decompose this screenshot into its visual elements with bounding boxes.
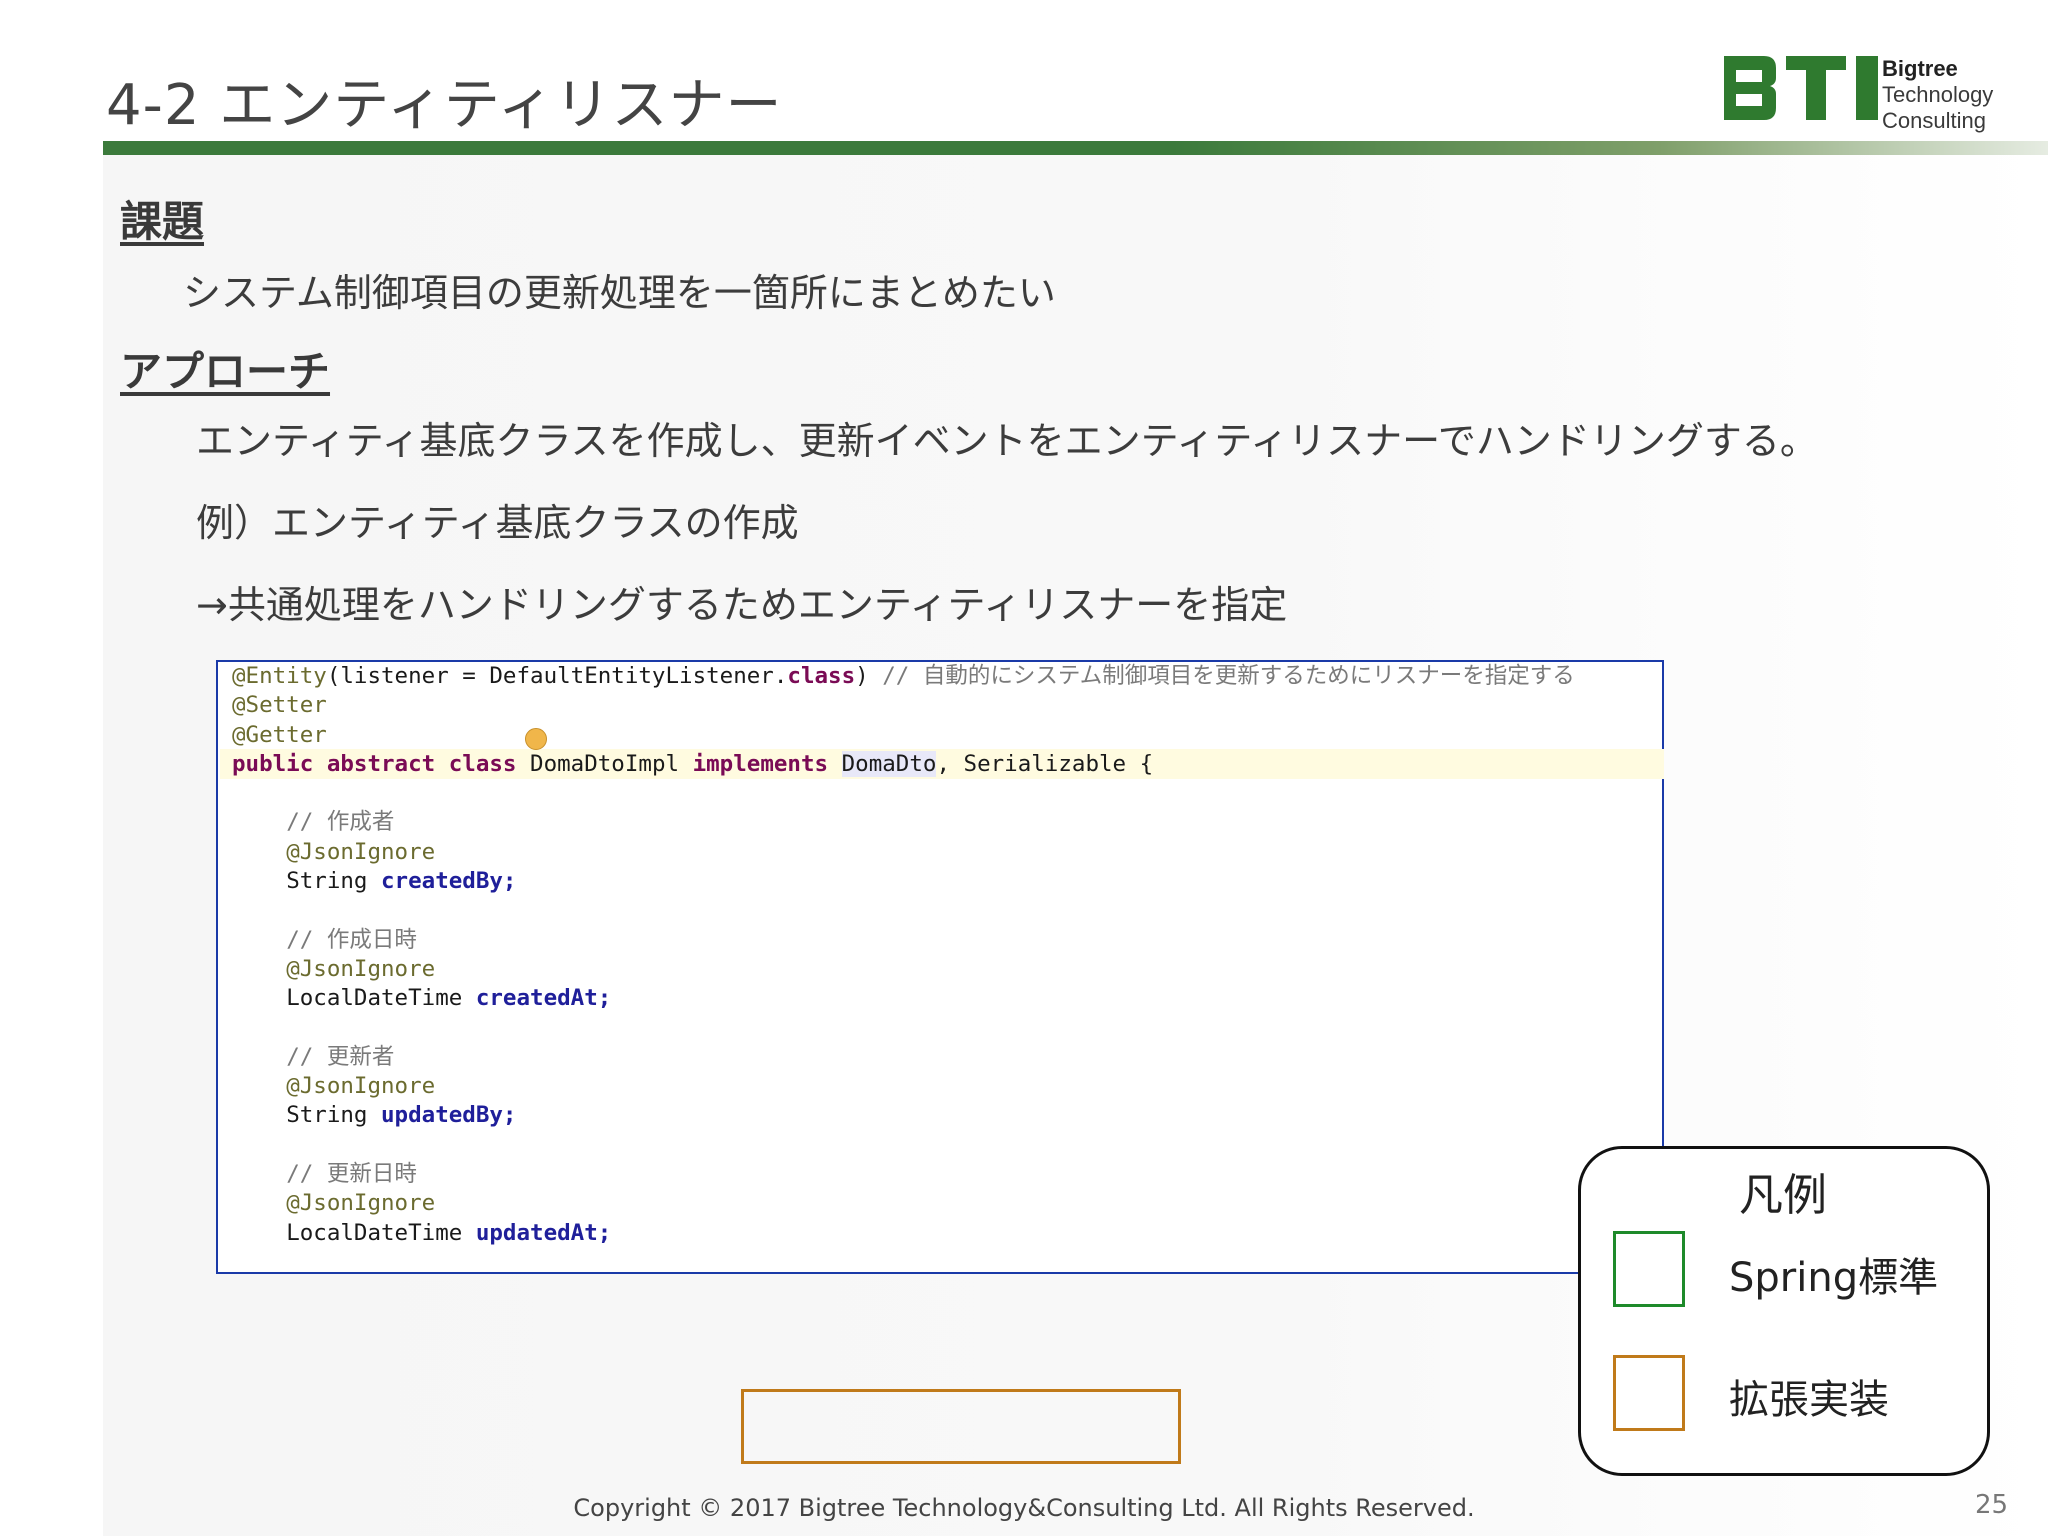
code-implements-keyword: implements xyxy=(692,750,829,777)
title-underline-bar xyxy=(103,141,2048,155)
legend-title: 凡例 xyxy=(1739,1170,1827,1221)
code-block: @Entity(listener = DefaultEntityListener… xyxy=(232,662,1575,1248)
code-entity-close: ) xyxy=(855,663,869,689)
legend-swatch-extension xyxy=(1613,1355,1685,1431)
approach-line-3: →共通処理をハンドリングするためエンティティリスナーを指定 xyxy=(196,583,1288,627)
logo-line-consulting: Consulting xyxy=(1882,108,1986,133)
logo-line-bigtree: Bigtree xyxy=(1882,56,1958,81)
approach-line-1: エンティティ基底クラスを作成し、更新イベントをエンティティリスナーでハンドリング… xyxy=(196,419,1818,463)
code-field-comment: // 作成日時 xyxy=(286,926,417,953)
code-entity-annotation: @Entity xyxy=(232,663,327,689)
code-field-name: updatedAt; xyxy=(475,1219,612,1246)
code-field-comment: // 更新日時 xyxy=(286,1161,417,1188)
legend-swatch-spring xyxy=(1613,1231,1685,1307)
approach-line-2: 例）エンティティ基底クラスの作成 xyxy=(196,501,799,545)
code-field-type: String xyxy=(286,1102,368,1129)
code-class-keyword: class xyxy=(787,663,856,689)
logo-text: Bigtree Technology Consulting xyxy=(1882,56,1993,134)
code-field-annotation: @JsonIgnore xyxy=(286,838,436,865)
task-heading: 課題 xyxy=(120,197,205,246)
task-text: システム制御項目の更新処理を一箇所にまとめたい xyxy=(183,271,1056,315)
legend-label-extension: 拡張実装 xyxy=(1729,1377,1889,1423)
extension-highlight-box xyxy=(741,1389,1181,1464)
code-field-comment: // 更新者 xyxy=(286,1043,395,1070)
code-class-name: DomaDtoImpl xyxy=(530,750,680,777)
code-field-annotation: @JsonIgnore xyxy=(286,955,436,982)
page-number: 25 xyxy=(1975,1490,2009,1520)
code-screenshot: @Entity(listener = DefaultEntityListener… xyxy=(216,660,1664,1464)
code-field-type: String xyxy=(286,868,368,895)
code-field-comment: // 作成者 xyxy=(286,809,395,836)
code-entity-args: (listener = DefaultEntityListener. xyxy=(326,663,788,689)
legend: 凡例 Spring標準 拡張実装 xyxy=(1578,1146,1990,1476)
code-setter-annotation: @Setter xyxy=(232,692,327,719)
code-field-type: LocalDateTime xyxy=(286,985,463,1012)
code-field-name: updatedBy; xyxy=(381,1102,517,1129)
lightbulb-icon xyxy=(525,728,547,750)
code-getter-annotation: @Getter xyxy=(232,721,327,748)
approach-heading: アプローチ xyxy=(120,347,331,396)
code-class-modifiers: public abstract class xyxy=(232,750,517,777)
logo-line-technology: Technology xyxy=(1882,82,1994,107)
code-field-name: createdBy; xyxy=(381,868,517,895)
code-entity-comment: // 自動的にシステム制御項目を更新するためにリスナーを指定する xyxy=(868,663,1575,689)
code-field-annotation: @JsonIgnore xyxy=(286,1073,436,1100)
code-interface-name: DomaDto xyxy=(841,750,937,777)
page-title: 4-2 エンティティリスナー xyxy=(106,73,783,138)
code-field-annotation: @JsonIgnore xyxy=(286,1190,436,1217)
code-field-name: createdAt; xyxy=(475,985,612,1012)
copyright: Copyright © 2017 Bigtree Technology&Cons… xyxy=(573,1494,1475,1522)
legend-label-spring: Spring標準 xyxy=(1729,1255,1939,1301)
code-field-type: LocalDateTime xyxy=(286,1219,463,1246)
code-class-rest: , Serializable { xyxy=(936,750,1154,777)
